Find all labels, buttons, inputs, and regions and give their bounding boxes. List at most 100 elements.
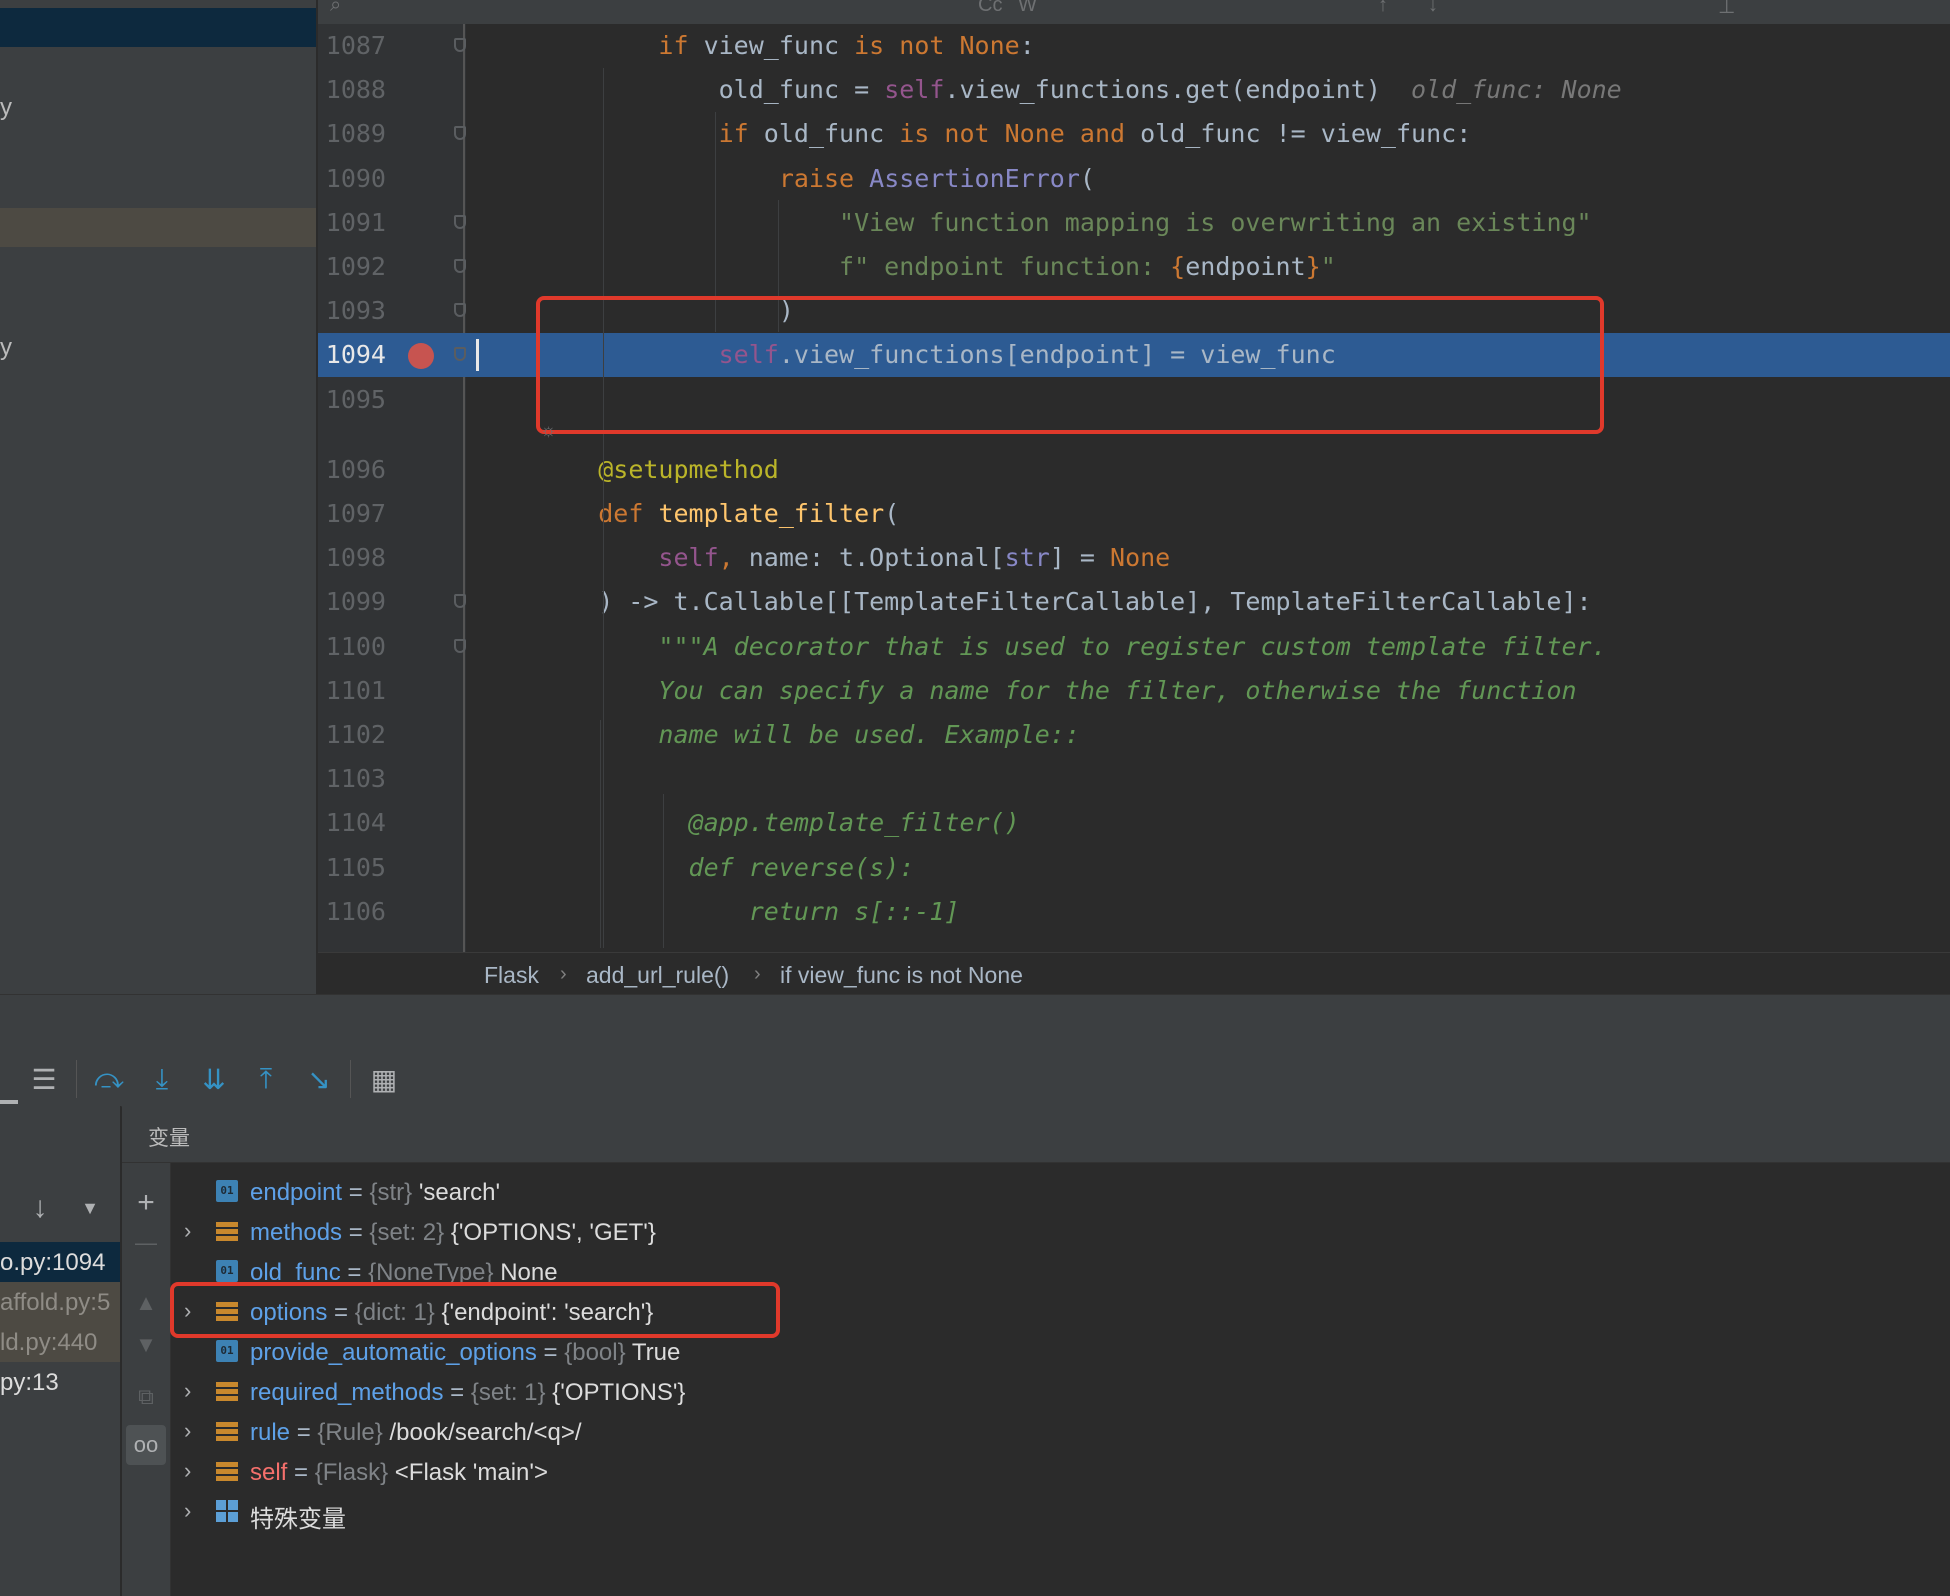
code-text[interactable]: You can specify a name for the filter, o…: [538, 676, 1576, 705]
code-line[interactable]: 1100 """A decorator that is used to regi…: [318, 625, 1950, 669]
code-line[interactable]: 1098 self, name: t.Optional[str] = None: [318, 536, 1950, 580]
variable-row[interactable]: › self = {Flask} <Flask 'main'>: [170, 1452, 1950, 1492]
variable-row[interactable]: › 特殊变量: [170, 1492, 1950, 1533]
code-text[interactable]: @setupmethod: [538, 455, 779, 484]
step-into-icon[interactable]: ⤓: [145, 1062, 179, 1096]
step-out-icon[interactable]: ⤒: [249, 1062, 283, 1096]
code-text[interactable]: if old_func is not None and old_func != …: [538, 119, 1472, 148]
project-tree-item-fragment[interactable]: y: [0, 94, 12, 122]
step-into-my-code-icon[interactable]: ⇊: [197, 1062, 231, 1096]
fold-marker-icon[interactable]: [454, 259, 466, 273]
frame-row[interactable]: py:13: [0, 1362, 120, 1402]
project-tree-panel[interactable]: y y: [0, 0, 316, 994]
variable-row[interactable]: 01 endpoint = {str} 'search': [170, 1172, 1950, 1212]
next-match-icon[interactable]: ↓: [1428, 0, 1438, 17]
code-text[interactable]: raise AssertionError(: [538, 164, 1095, 193]
chevron-right-icon[interactable]: ›: [184, 1498, 191, 1524]
code-text[interactable]: """A decorator that is used to register …: [538, 632, 1606, 661]
code-line[interactable]: 1092 f" endpoint function: {endpoint}": [318, 245, 1950, 289]
code-line[interactable]: 1096 @setupmethod: [318, 448, 1950, 492]
line-number[interactable]: 1092: [318, 252, 386, 281]
line-number[interactable]: 1089: [318, 119, 386, 148]
code-line[interactable]: 1088 old_func = self.view_functions.get(…: [318, 68, 1950, 112]
code-line[interactable]: 1089 if old_func is not None and old_fun…: [318, 112, 1950, 156]
variable-row[interactable]: › rule = {Rule} /book/search/<q>/: [170, 1412, 1950, 1452]
code-line[interactable]: 1103: [318, 757, 1950, 801]
search-icon[interactable]: ⌕: [330, 0, 341, 17]
chevron-down-icon[interactable]: ▼: [70, 1188, 110, 1228]
line-number[interactable]: 1098: [318, 543, 386, 572]
line-number[interactable]: 1093: [318, 296, 386, 325]
whole-words-icon[interactable]: W: [1018, 0, 1037, 17]
copy-icon[interactable]: ⧉: [122, 1377, 170, 1417]
frame-row[interactable]: affold.py:5: [0, 1282, 120, 1322]
code-text[interactable]: return s[::-1]: [538, 897, 960, 926]
bulb-marker-icon[interactable]: ☼: [540, 420, 557, 441]
fold-marker-icon[interactable]: [454, 638, 466, 653]
chevron-right-icon[interactable]: ›: [184, 1378, 191, 1404]
add-watch-icon[interactable]: +: [122, 1183, 170, 1223]
breadcrumb-method[interactable]: add_url_rule(): [586, 962, 729, 989]
filter-icon[interactable]: ⊥: [1718, 0, 1735, 19]
menu-lines-icon[interactable]: ☰: [27, 1062, 61, 1096]
line-number[interactable]: 1099: [318, 587, 386, 616]
code-text[interactable]: old_func = self.view_functions.get(endpo…: [538, 75, 1622, 104]
code-line[interactable]: 1105 def reverse(s):: [318, 846, 1950, 890]
evaluate-expression-icon[interactable]: ▦: [367, 1062, 401, 1096]
code-line[interactable]: 1097 def template_filter(: [318, 492, 1950, 536]
move-up-icon[interactable]: ▲: [122, 1283, 170, 1323]
project-tree-item-fragment[interactable]: y: [0, 334, 12, 362]
run-to-cursor-icon[interactable]: ↘: [302, 1062, 336, 1096]
code-text[interactable]: if view_func is not None:: [538, 31, 1034, 60]
code-text[interactable]: self, name: t.Optional[str] = None: [538, 543, 1170, 572]
frame-row[interactable]: o.py:1094: [0, 1242, 120, 1282]
fold-marker-icon[interactable]: [454, 214, 466, 229]
code-line[interactable]: 1104 @app.template_filter(): [318, 801, 1950, 845]
fold-marker-icon[interactable]: [454, 38, 466, 52]
frame-row[interactable]: ld.py:440: [0, 1322, 120, 1362]
code-line[interactable]: 1099 ) -> t.Callable[[TemplateFilterCall…: [318, 580, 1950, 624]
fold-marker-icon[interactable]: [454, 347, 466, 362]
code-line[interactable]: 1090 raise AssertionError(: [318, 157, 1950, 201]
variable-row[interactable]: › methods = {set: 2} {'OPTIONS', 'GET'}: [170, 1212, 1950, 1252]
line-number[interactable]: 1102: [318, 720, 386, 749]
fold-marker-icon[interactable]: [454, 126, 466, 141]
code-line[interactable]: 1106 return s[::-1]: [318, 890, 1950, 934]
code-text[interactable]: ) -> t.Callable[[TemplateFilterCallable]…: [538, 587, 1591, 616]
move-down-icon[interactable]: ▼: [122, 1325, 170, 1365]
code-text[interactable]: "View function mapping is overwriting an…: [538, 208, 1592, 237]
chevron-right-icon[interactable]: ›: [184, 1458, 191, 1484]
prev-match-icon[interactable]: ↑: [1378, 0, 1388, 17]
code-line[interactable]: 1091 "View function mapping is overwriti…: [318, 201, 1950, 245]
match-case-icon[interactable]: Cc: [978, 0, 1002, 17]
code-line[interactable]: 1087 if view_func is not None:: [318, 24, 1950, 68]
line-number[interactable]: 1087: [318, 31, 386, 60]
line-number[interactable]: 1097: [318, 499, 386, 528]
arrow-down-icon[interactable]: ↓: [20, 1188, 60, 1228]
code-text[interactable]: f" endpoint function: {endpoint}": [538, 252, 1336, 281]
line-number[interactable]: 1094: [318, 340, 386, 369]
chevron-right-icon[interactable]: ›: [184, 1418, 191, 1444]
line-number[interactable]: 1101: [318, 676, 386, 705]
project-tree-selected-row[interactable]: [0, 8, 316, 47]
fold-marker-icon[interactable]: [454, 303, 466, 318]
variable-row[interactable]: 01 provide_automatic_options = {bool} Tru…: [170, 1332, 1950, 1372]
code-text[interactable]: name will be used. Example::: [538, 720, 1079, 749]
step-over-icon[interactable]: ⤼: [92, 1062, 126, 1096]
breadcrumb-class[interactable]: Flask: [484, 962, 539, 989]
remove-watch-icon[interactable]: —: [122, 1223, 170, 1263]
fold-marker-icon[interactable]: [454, 594, 466, 609]
code-line[interactable]: 1101 You can specify a name for the filt…: [318, 669, 1950, 713]
line-number[interactable]: 1100: [318, 632, 386, 661]
line-number[interactable]: 1096: [318, 455, 386, 484]
breadcrumb-block[interactable]: if view_func is not None: [780, 962, 1023, 989]
code-text[interactable]: def template_filter(: [538, 499, 899, 528]
line-number[interactable]: 1103: [318, 764, 386, 793]
code-text[interactable]: def reverse(s):: [538, 853, 915, 882]
line-number[interactable]: 1088: [318, 75, 386, 104]
variable-row[interactable]: › required_methods = {set: 1} {'OPTIONS'}: [170, 1372, 1950, 1412]
line-number[interactable]: 1104: [318, 808, 386, 837]
project-tree-highlighted-row[interactable]: [0, 208, 316, 247]
code-line[interactable]: 1102 name will be used. Example::: [318, 713, 1950, 757]
code-editor[interactable]: 1087 if view_func is not None: 1088 old_f…: [318, 24, 1950, 952]
